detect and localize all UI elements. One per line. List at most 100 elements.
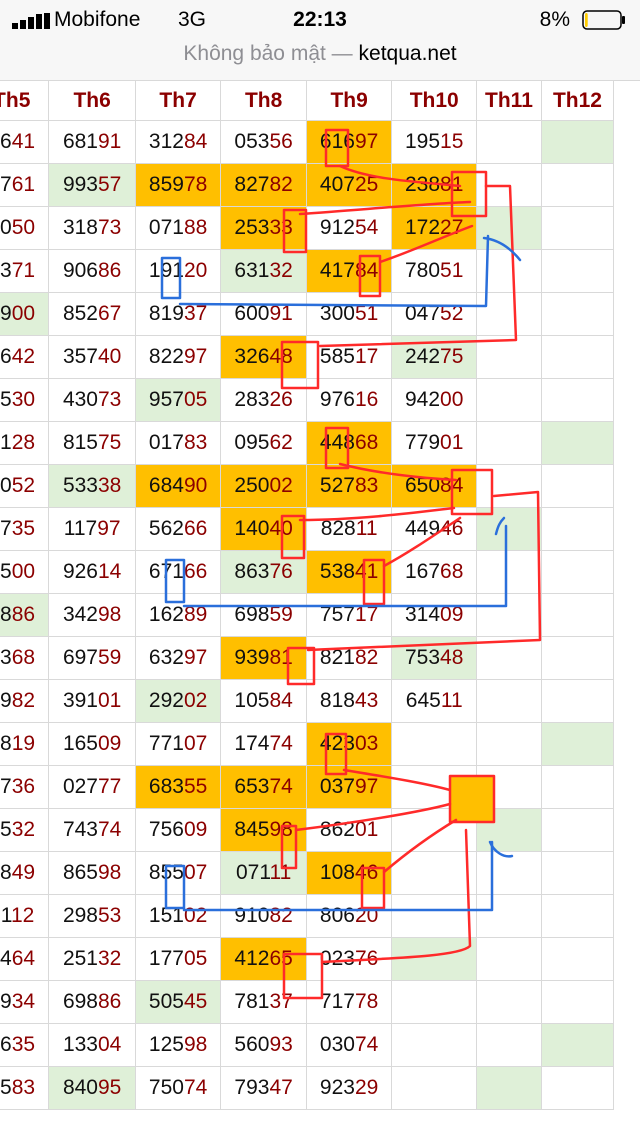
result-cell: 07188 — [134, 206, 222, 250]
result-number-tail: 56 — [269, 130, 293, 153]
result-cell: 3530 — [0, 378, 50, 422]
address-bar[interactable]: Không bảo mật — ketqua.net — [0, 40, 640, 81]
result-cell: 75609 — [134, 808, 222, 852]
result-cell: 67166 — [134, 550, 222, 594]
result-number-tail: 84 — [354, 259, 379, 282]
result-number-tail: 37 — [183, 302, 208, 325]
result-cell: 5934 — [0, 980, 50, 1024]
result-cell — [540, 335, 615, 379]
result-cell: 12598 — [134, 1023, 222, 1067]
result-cell: 82811 — [305, 507, 393, 551]
result-number-head: 771 — [148, 732, 184, 755]
result-number-head: 538 — [319, 560, 355, 583]
result-number-tail: 67 — [97, 302, 122, 325]
result-number-tail: 34 — [11, 990, 36, 1013]
result-number-tail: 50 — [11, 216, 36, 239]
result-cell — [476, 765, 542, 809]
result-cell: 10846 — [305, 851, 393, 895]
result-number-head: 133 — [62, 1033, 98, 1056]
column-header-th8[interactable]: Th8 — [220, 80, 307, 121]
result-cell — [476, 851, 542, 895]
result-cell — [476, 937, 542, 981]
result-cell: 5736 — [0, 765, 50, 809]
result-number-head: 527 — [319, 474, 355, 497]
column-header-th6[interactable]: Th6 — [48, 80, 136, 121]
result-cell — [540, 507, 615, 551]
result-cell: 19515 — [391, 120, 478, 164]
result-number-head: 681 — [62, 130, 98, 153]
result-cell: 53338 — [48, 464, 136, 508]
result-cell — [540, 593, 615, 637]
result-cell: 68355 — [134, 765, 222, 809]
result-number-tail: 83 — [11, 1076, 36, 1099]
result-number-tail: 02 — [269, 474, 293, 497]
result-number-tail: 41 — [354, 560, 379, 583]
result-number-head: 023 — [319, 947, 355, 970]
result-number-head: 250 — [234, 474, 270, 497]
result-cell: 82297 — [134, 335, 222, 379]
result-cell: 99357 — [48, 163, 136, 207]
result-number-head: 779 — [405, 431, 441, 454]
result-number-head: 047 — [405, 302, 441, 325]
result-number-tail: 82 — [11, 689, 36, 712]
result-cell: 28326 — [220, 378, 307, 422]
result-number-head: 862 — [319, 818, 355, 841]
result-number-tail: 57 — [97, 173, 122, 196]
result-cell: 1900 — [0, 292, 50, 336]
result-cell — [540, 421, 615, 465]
result-number-head: 757 — [319, 603, 355, 626]
result-number-head: 780 — [405, 259, 441, 282]
result-cell: 44946 — [391, 507, 478, 551]
result-number-head: 283 — [234, 388, 270, 411]
result-number-tail: 98 — [97, 603, 122, 626]
result-cell: 68490 — [134, 464, 222, 508]
result-number-head: 793 — [234, 1076, 270, 1099]
result-cell: 4761 — [0, 163, 50, 207]
result-number-tail: 64 — [11, 947, 36, 970]
result-cell — [540, 464, 615, 508]
result-cell: 85507 — [134, 851, 222, 895]
result-number-head: 993 — [62, 173, 98, 196]
column-header-th12[interactable]: Th12 — [540, 80, 615, 121]
result-number-head: 053 — [234, 130, 270, 153]
result-number-head: 600 — [234, 302, 270, 325]
result-cell: 17705 — [134, 937, 222, 981]
result-number-head: 827 — [234, 173, 270, 196]
result-cell — [540, 937, 615, 981]
result-cell: 31873 — [48, 206, 136, 250]
result-number-tail: 35 — [11, 517, 36, 540]
result-number-tail: 95 — [97, 1076, 122, 1099]
result-number-head: 417 — [319, 259, 355, 282]
result-cell — [476, 120, 542, 164]
result-number-head: 91 — [0, 904, 11, 927]
result-number-tail: 40 — [269, 517, 293, 540]
column-header-th9[interactable]: Th9 — [305, 80, 393, 121]
result-number-head: 650 — [405, 474, 441, 497]
column-header-th5[interactable]: Th5 — [0, 80, 50, 121]
result-number-head: 57 — [0, 517, 12, 540]
result-number-tail: 93 — [269, 1033, 293, 1056]
result-number-tail: 20 — [183, 259, 208, 282]
column-header-th10[interactable]: Th10 — [391, 80, 478, 121]
result-cell: 14040 — [220, 507, 307, 551]
table-row: 593469886505457813771778 — [0, 980, 615, 1024]
result-cell: 32648 — [220, 335, 307, 379]
result-number-head: 292 — [148, 689, 184, 712]
column-header-th7[interactable]: Th7 — [134, 80, 222, 121]
result-number-head: 298 — [62, 904, 98, 927]
result-cell — [391, 1023, 478, 1067]
result-number-head: 174 — [234, 732, 270, 755]
result-number-head: 140 — [234, 517, 270, 540]
result-cell: 58517 — [305, 335, 393, 379]
battery-icon — [582, 10, 625, 30]
result-cell: 43073 — [48, 378, 136, 422]
result-number-head: 560 — [234, 1033, 270, 1056]
result-number-head: 36 — [0, 130, 12, 153]
result-number-tail: 32 — [97, 947, 122, 970]
result-cell: 64511 — [391, 679, 478, 723]
result-cell: 39101 — [48, 679, 136, 723]
result-number-head: 242 — [405, 345, 441, 368]
result-number-tail: 97 — [97, 517, 121, 540]
result-number-tail: 05 — [183, 947, 208, 970]
column-header-th11[interactable]: Th11 — [476, 80, 542, 121]
